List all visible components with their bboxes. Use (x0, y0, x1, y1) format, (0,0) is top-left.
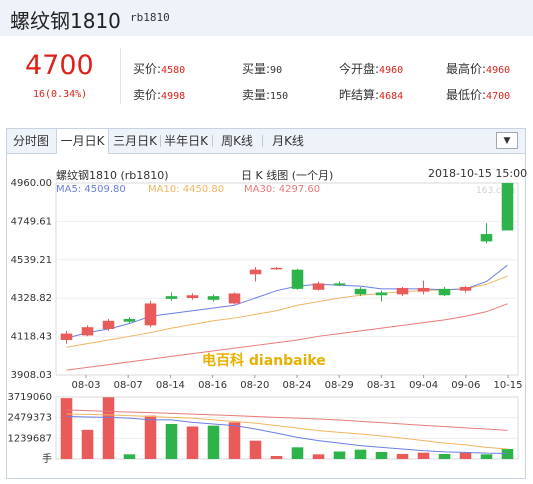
candle-body (228, 293, 241, 304)
volume-bar (81, 429, 94, 459)
volume-tick-label: 2479373 (7, 413, 52, 424)
volume-ma10-line (66, 413, 508, 450)
volume-bar (354, 449, 367, 459)
candle-body (375, 292, 388, 296)
candle-body (60, 333, 73, 340)
candle-body (312, 283, 325, 290)
x-tick-label: 08-29 (325, 380, 354, 391)
volume-bar (228, 422, 241, 459)
candle-body (144, 303, 157, 326)
candle-body (438, 288, 451, 296)
x-tick-label: 08-07 (114, 380, 143, 391)
volume-tick-label: 手 (42, 452, 52, 465)
x-tick-label: 08-24 (282, 380, 311, 391)
volume-bar (501, 448, 514, 459)
volume-bar (60, 398, 73, 459)
x-tick-label: 08-14 (156, 380, 185, 391)
x-tick-label: 08-03 (71, 380, 100, 391)
volume-bar (249, 440, 262, 459)
candlestick-chart: 4960.00 4749.61 4539.21 4328.82 4118.43 3908.… (7, 178, 522, 465)
candle-body (102, 320, 115, 330)
price-tick-label: 3908.03 (11, 370, 52, 381)
candle-body (270, 267, 283, 270)
candle-body (165, 296, 178, 299)
volume-bar (165, 423, 178, 459)
dianbaike-watermark: 电百科 dianbaike (202, 353, 326, 369)
candle-body (501, 183, 514, 231)
candle-body (417, 287, 430, 292)
volume-bar (123, 454, 136, 459)
volume-bar (312, 454, 325, 459)
volume-bar (375, 451, 388, 459)
volume-tick-label: 3719060 (7, 392, 52, 403)
price-plot-frame (55, 182, 519, 376)
price-tick-label: 4749.61 (11, 216, 52, 227)
volume-bar (144, 415, 157, 459)
candle-body (249, 269, 262, 275)
candle-body (291, 269, 304, 289)
candle-body (207, 296, 220, 300)
volume-bar (333, 451, 346, 459)
volume-bar (207, 425, 220, 459)
volume-ma5-line (66, 415, 508, 454)
candle-body (354, 288, 367, 295)
x-tick-label: 08-20 (240, 380, 269, 391)
candle-body (81, 327, 94, 336)
x-tick-label: 10-15 (493, 380, 522, 391)
volume-bar (480, 454, 493, 459)
price-tick-label: 4539.21 (11, 255, 52, 266)
candle-body (333, 283, 346, 286)
ma5-line (66, 264, 508, 339)
volume-bar (291, 447, 304, 459)
candle-body (396, 287, 409, 295)
x-tick-label: 08-16 (198, 380, 227, 391)
x-tick-label: 09-06 (451, 380, 480, 391)
price-tick-label: 4118.43 (11, 332, 52, 343)
volume-bar (438, 453, 451, 459)
x-tick-label: 09-04 (409, 380, 438, 391)
candle-body (123, 318, 136, 322)
volume-bar (102, 397, 115, 459)
x-tick-label: 08-31 (367, 380, 396, 391)
volume-tick-label: 1239687 (7, 433, 52, 444)
candle-body (480, 234, 493, 242)
price-tick-label: 4328.82 (11, 293, 52, 304)
volume-bar (186, 426, 199, 459)
volume-plot-frame (55, 396, 519, 460)
volume-bar (459, 452, 472, 459)
candle-body (186, 295, 199, 298)
volume-bar (417, 452, 430, 459)
volume-bar (270, 455, 283, 459)
candle-body (459, 287, 472, 291)
volume-bar (396, 453, 409, 459)
price-tick-label: 4960.00 (11, 178, 52, 189)
